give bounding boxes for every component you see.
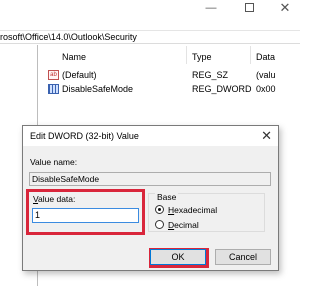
close-window-button[interactable]: ✕ <box>278 1 292 14</box>
maximize-button[interactable] <box>242 2 256 14</box>
maximize-icon <box>244 3 254 12</box>
value-data-input[interactable]: 1 <box>32 208 139 223</box>
binary-value-icon <box>48 84 59 94</box>
dialog-titlebar[interactable]: Edit DWORD (32-bit) Value ✕ <box>23 126 278 146</box>
column-header-data[interactable]: Data <box>256 52 275 62</box>
window-controls: — ✕ <box>190 0 300 18</box>
registry-path: rosoft\Office\14.0\Outlook\Security <box>0 32 137 42</box>
value-name: (Default) <box>62 70 97 80</box>
value-name-text: DisableSafeMode <box>32 174 100 184</box>
base-label: Base <box>155 192 179 202</box>
value-data: (valu <box>256 70 276 80</box>
column-divider[interactable] <box>186 46 187 64</box>
value-name-label: Value name: <box>30 157 78 167</box>
cancel-button[interactable]: Cancel <box>215 249 271 265</box>
column-headers: Name Type Data <box>40 46 300 64</box>
decimal-radio[interactable] <box>155 220 164 229</box>
value-data-text: 1 <box>35 210 41 220</box>
registry-value-row[interactable]: ab (Default) REG_SZ (valu <box>40 70 300 82</box>
string-value-icon: ab <box>48 70 59 80</box>
column-header-name[interactable]: Name <box>62 52 86 62</box>
column-divider[interactable] <box>250 46 251 64</box>
value-data: 0x00 <box>256 84 276 94</box>
value-name-field: DisableSafeMode <box>29 172 271 186</box>
close-icon[interactable]: ✕ <box>261 129 272 142</box>
registry-value-row[interactable]: DisableSafeMode REG_DWORD 0x00 <box>40 84 300 96</box>
hexadecimal-radio[interactable] <box>155 205 164 214</box>
hexadecimal-label[interactable]: Hexadecimal <box>168 205 217 215</box>
value-type: REG_DWORD <box>192 84 252 94</box>
column-header-type[interactable]: Type <box>192 52 212 62</box>
value-data-label: Value data: <box>33 194 76 204</box>
address-bar[interactable]: rosoft\Office\14.0\Outlook\Security <box>0 30 300 44</box>
dialog-title: Edit DWORD (32-bit) Value <box>30 131 139 141</box>
minimize-button[interactable]: — <box>204 2 218 14</box>
value-data-highlight: Value data: 1 <box>26 189 145 235</box>
value-name: DisableSafeMode <box>62 84 134 94</box>
edit-dword-dialog: Edit DWORD (32-bit) Value ✕ Value name: … <box>22 125 279 271</box>
ok-button[interactable]: OK <box>150 249 206 265</box>
decimal-label[interactable]: Decimal <box>168 220 199 230</box>
value-type: REG_SZ <box>192 70 229 80</box>
